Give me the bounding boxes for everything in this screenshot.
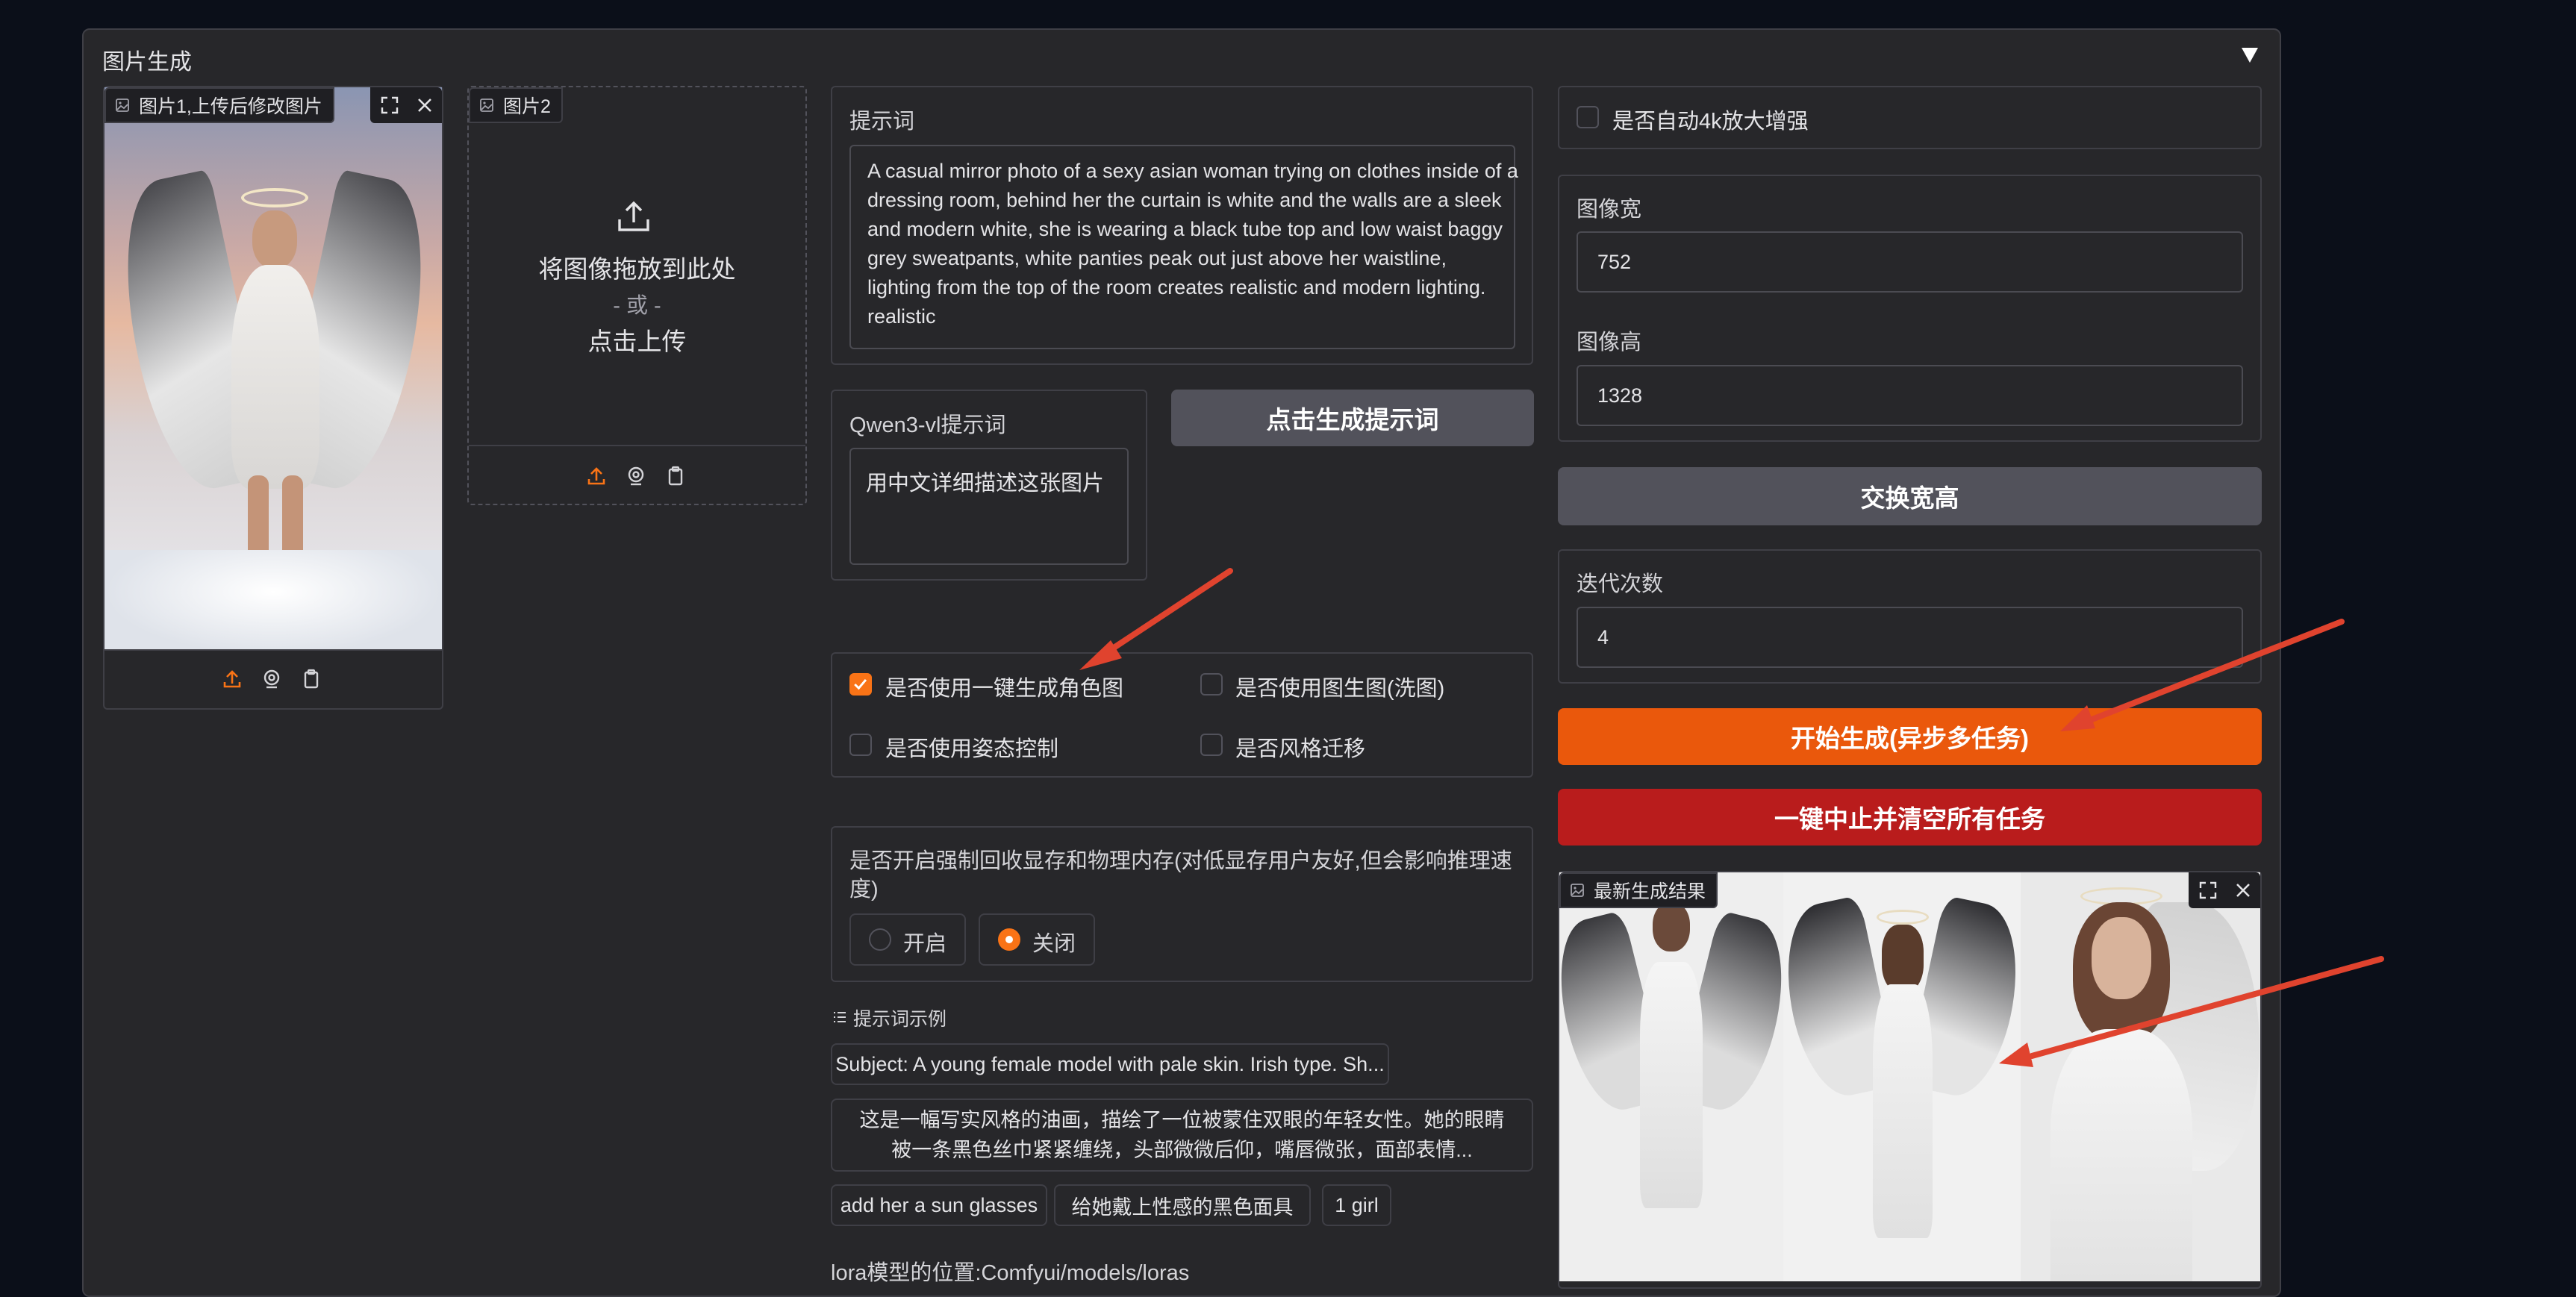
image2-label: 图片2 xyxy=(469,87,563,123)
option-checkbox-role[interactable] xyxy=(849,673,872,696)
width-input[interactable]: 752 xyxy=(1577,231,2243,293)
webcam-icon[interactable] xyxy=(621,461,651,491)
height-label: 图像高 xyxy=(1577,331,1642,354)
width-label: 图像宽 xyxy=(1577,198,1642,222)
image2-drop-text: 将图像拖放到此处 xyxy=(538,255,736,283)
example-chip[interactable]: 1 girl xyxy=(1322,1184,1391,1226)
option-label-pose: 是否使用姿态控制 xyxy=(885,737,1059,761)
result-label-text: 最新生成结果 xyxy=(1594,881,1706,902)
upload-icon xyxy=(618,201,649,231)
image2-or-text: - 或 - xyxy=(613,294,661,318)
option-label-role: 是否使用一键生成角色图 xyxy=(885,677,1124,701)
example-chip[interactable]: 给她戴上性感的黑色面具 xyxy=(1054,1184,1311,1226)
generate-prompt-button[interactable]: 点击生成提示词 xyxy=(1171,390,1534,446)
option-label-style: 是否风格迁移 xyxy=(1235,737,1366,761)
image1-toolbar-divider xyxy=(105,649,442,651)
image2-click-text: 点击上传 xyxy=(587,328,687,355)
image1-label-text: 图片1,上传后修改图片 xyxy=(139,96,322,117)
webcam-icon[interactable] xyxy=(257,664,287,694)
close-icon[interactable] xyxy=(410,90,440,120)
clipboard-icon[interactable] xyxy=(661,461,690,491)
close-icon[interactable] xyxy=(2228,875,2258,905)
swap-size-button[interactable]: 交换宽高 xyxy=(1558,467,2262,525)
option-checkbox-style[interactable] xyxy=(1200,734,1223,756)
stop-all-button[interactable]: 一键中止并清空所有任务 xyxy=(1558,789,2262,846)
option-label-img2img: 是否使用图生图(洗图) xyxy=(1235,677,1445,701)
option-checkbox-img2img[interactable] xyxy=(1200,673,1223,696)
image-icon xyxy=(116,99,129,112)
prompt-line: dressing room, behind her the curtain is… xyxy=(867,189,1502,211)
radio-circle-off xyxy=(998,928,1020,951)
clipboard-icon[interactable] xyxy=(296,664,326,694)
example-chip[interactable]: add her a sun glasses xyxy=(831,1184,1047,1226)
option-checkbox-pose[interactable] xyxy=(849,734,872,756)
result-label: 最新生成结果 xyxy=(1559,872,1718,908)
lora-path-text: lora模型的位置:Comfyui/models/loras xyxy=(831,1261,1190,1285)
steps-input[interactable]: 4 xyxy=(1577,607,2243,668)
example-chip-line: 这是一幅写实风格的油画，描绘了一位被蒙住双眼的年轻女性。她的眼睛 xyxy=(859,1109,1505,1131)
image1-preview xyxy=(105,87,442,649)
example-chip[interactable]: 这是一幅写实风格的油画，描绘了一位被蒙住双眼的年轻女性。她的眼睛 被一条黑色丝巾… xyxy=(831,1098,1533,1172)
qwen-textarea[interactable]: 用中文详细描述这张图片 xyxy=(849,448,1129,565)
prompt-line: realistic xyxy=(867,305,936,328)
upscale-checkbox[interactable] xyxy=(1577,106,1599,128)
fullscreen-icon[interactable] xyxy=(2193,875,2223,905)
steps-label: 迭代次数 xyxy=(1577,572,1664,596)
upload-icon[interactable] xyxy=(217,664,247,694)
upscale-label: 是否自动4k放大增强 xyxy=(1612,110,1809,134)
prompt-line: A casual mirror photo of a sexy asian wo… xyxy=(867,160,1518,182)
image2-label-text: 图片2 xyxy=(503,96,551,117)
height-input[interactable]: 1328 xyxy=(1577,365,2243,426)
radio-circle-on xyxy=(869,928,891,951)
result-image xyxy=(1559,872,2260,1281)
prompt-line: lighting from the top of the room create… xyxy=(867,276,1486,299)
upload-icon[interactable] xyxy=(581,461,611,491)
memory-off-label: 关闭 xyxy=(1032,932,1076,956)
prompt-textarea[interactable]: A casual mirror photo of a sexy asian wo… xyxy=(849,145,1518,349)
qwen-label: Qwen3-vl提示词 xyxy=(849,413,1006,437)
prompt-line: grey sweatpants, white panties peak out … xyxy=(867,247,1447,269)
qwen-value: 用中文详细描述这张图片 xyxy=(866,472,1105,496)
triangle-down-icon[interactable] xyxy=(2242,48,2258,63)
memory-on-label: 开启 xyxy=(903,932,947,956)
prompt-line: and modern white, she is wearing a black… xyxy=(867,218,1503,240)
image-icon xyxy=(1571,884,1584,897)
prompt-label: 提示词 xyxy=(849,110,915,134)
fullscreen-icon[interactable] xyxy=(375,90,405,120)
image-icon xyxy=(480,99,493,112)
list-icon xyxy=(834,1012,846,1022)
panel-title: 图片生成 xyxy=(102,50,192,75)
examples-title: 提示词示例 xyxy=(853,1009,947,1030)
memory-label-line1: 是否开启强制回收显存和物理内存(对低显存用户友好,但会影响推理速 xyxy=(849,849,1512,873)
example-chip[interactable]: Subject: A young female model with pale … xyxy=(831,1043,1389,1085)
memory-label-line2: 度) xyxy=(849,878,879,901)
start-generate-button[interactable]: 开始生成(异步多任务) xyxy=(1558,708,2262,765)
image1-label: 图片1,上传后修改图片 xyxy=(105,87,334,123)
image2-toolbar-divider xyxy=(469,445,805,446)
example-chip-line: 被一条黑色丝巾紧紧缠绕，头部微微后仰，嘴唇微张，面部表情... xyxy=(891,1139,1473,1161)
